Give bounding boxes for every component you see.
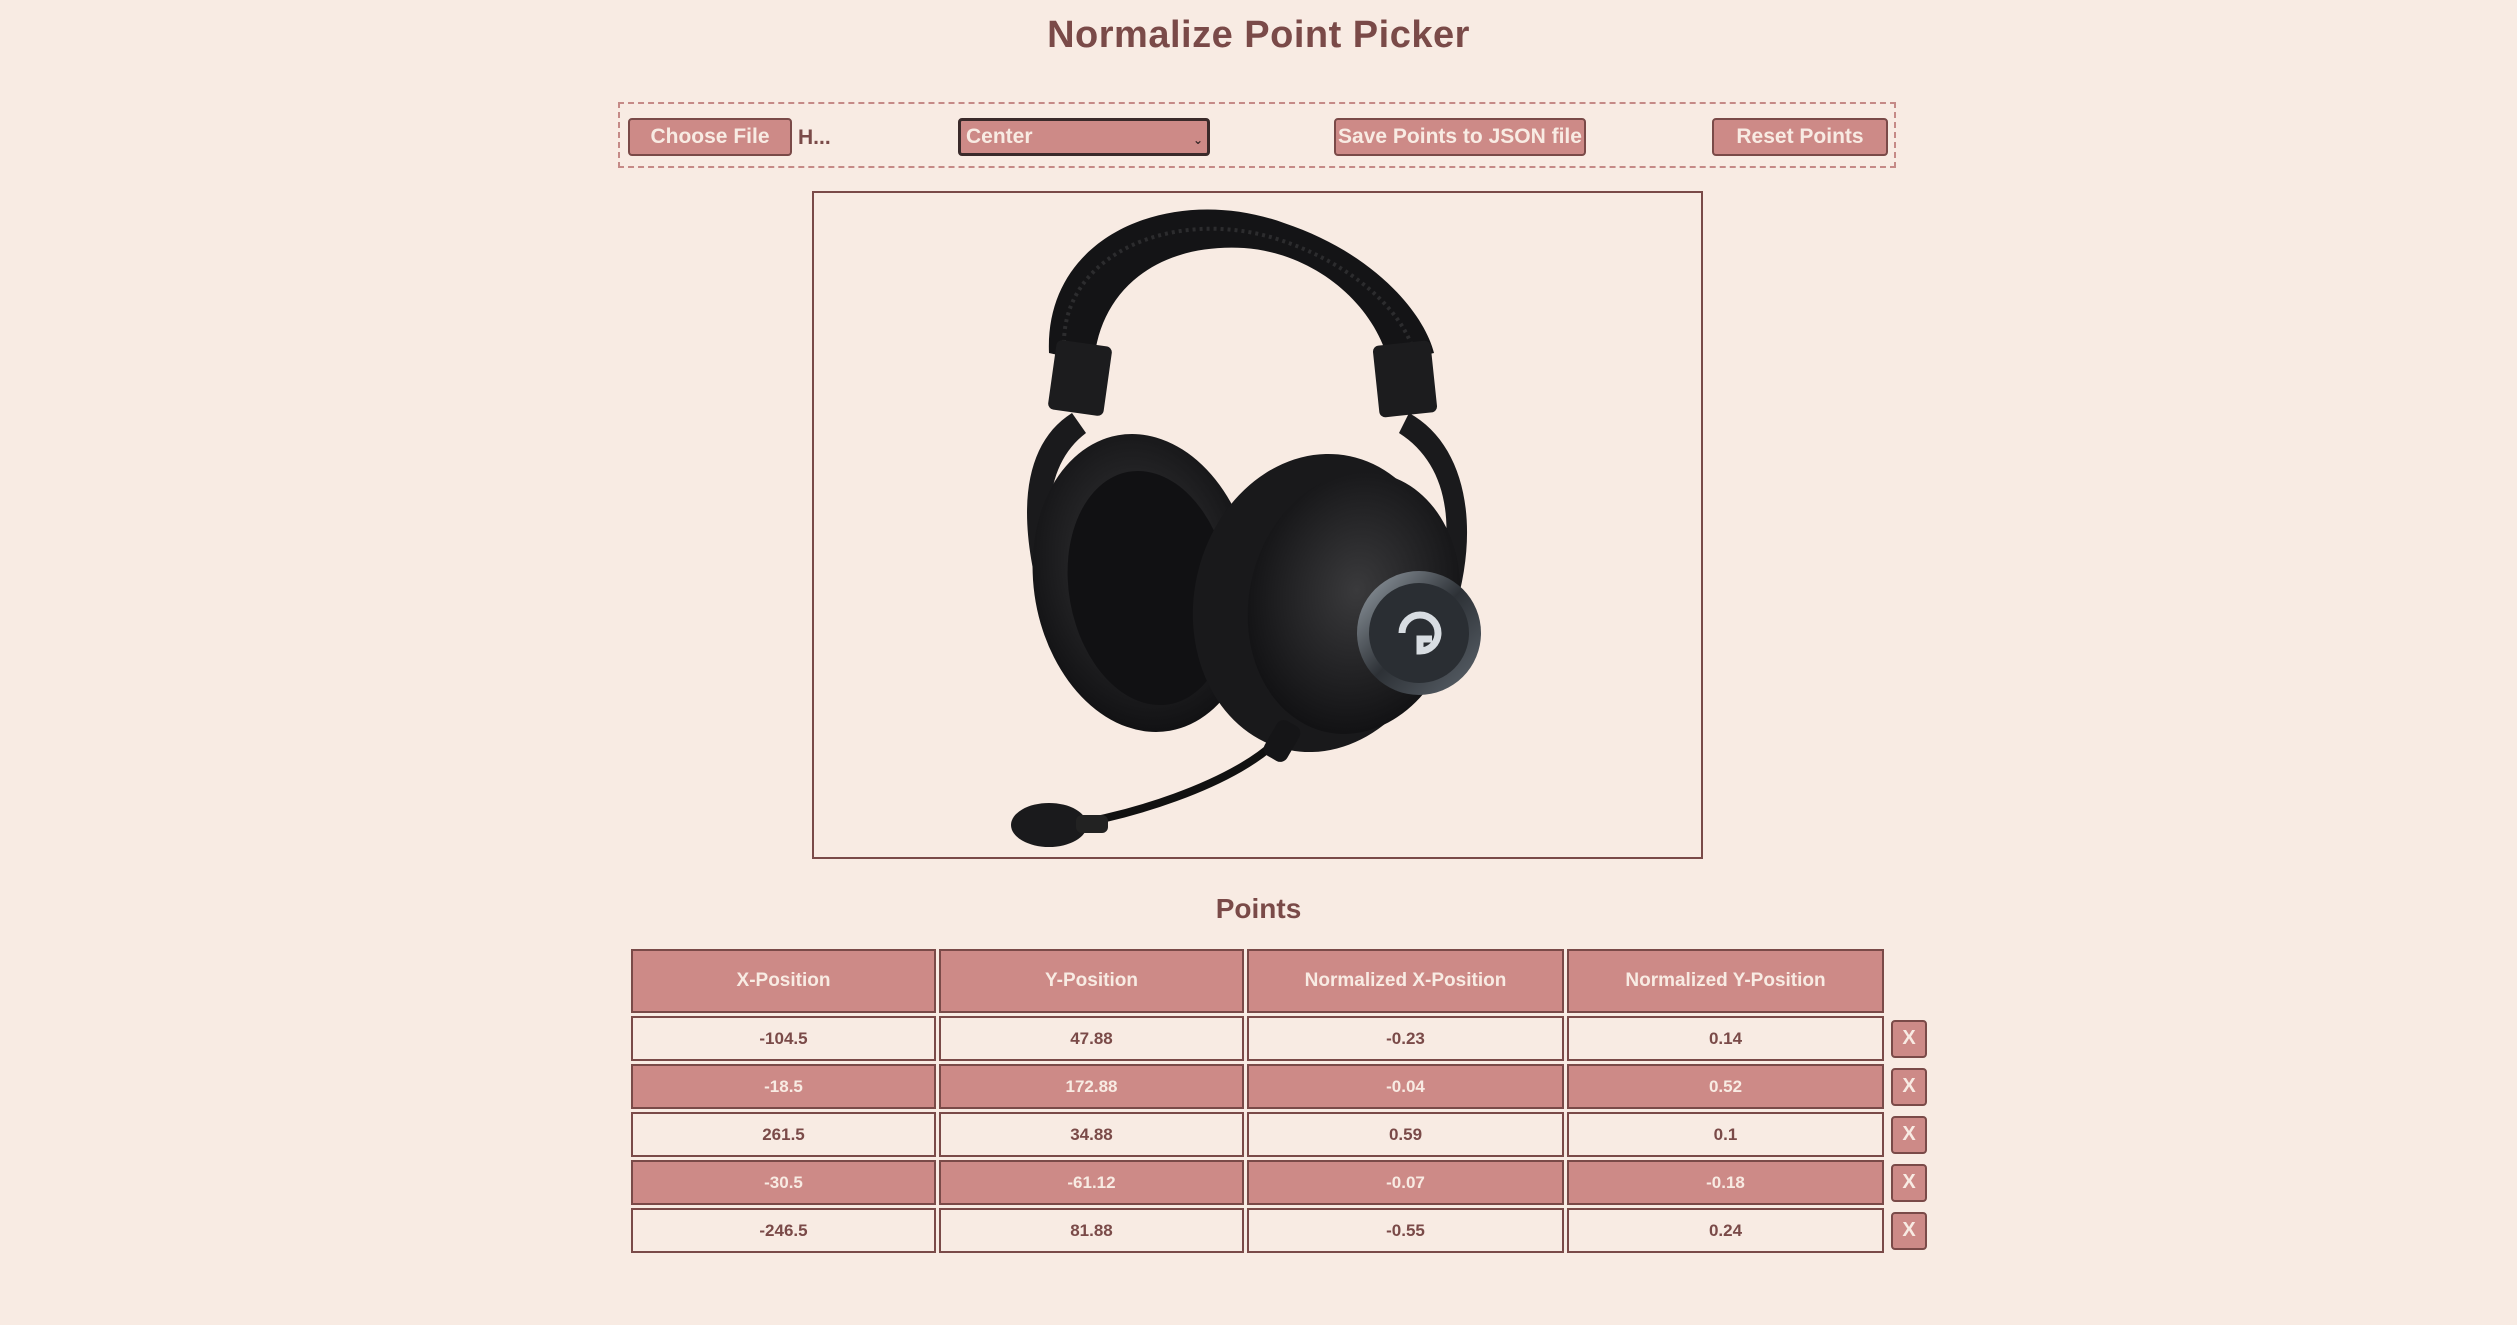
cell-normalized-x: 0.59 — [1247, 1112, 1564, 1157]
selected-file-name: H... — [798, 126, 831, 149]
image-canvas[interactable] — [812, 191, 1703, 859]
cell-normalized-y: 0.14 — [1567, 1016, 1884, 1061]
points-heading: Points — [1215, 893, 1302, 924]
table-row: -246.5 81.88 -0.55 0.24 X — [631, 1208, 1931, 1253]
column-header-normalized-x: Normalized X-Position — [1247, 949, 1564, 1013]
table-row: -104.5 47.88 -0.23 0.14 X — [631, 1016, 1931, 1061]
headset-image — [1011, 209, 1481, 847]
delete-cell: X — [1887, 1064, 1931, 1109]
column-header-x-position: X-Position — [631, 949, 936, 1013]
cell-x-position: -104.5 — [631, 1016, 936, 1061]
cell-y-position: 34.88 — [939, 1112, 1244, 1157]
cell-normalized-y: 0.52 — [1567, 1064, 1884, 1109]
delete-point-button[interactable]: X — [1891, 1163, 1927, 1202]
reset-points-button[interactable]: Reset Points — [1712, 118, 1888, 156]
chevron-down-icon: ⌄ — [1192, 133, 1203, 147]
cell-y-position: 47.88 — [939, 1016, 1244, 1061]
cell-y-position: 172.88 — [939, 1064, 1244, 1109]
cell-normalized-x: -0.04 — [1247, 1064, 1564, 1109]
delete-cell: X — [1887, 1208, 1931, 1253]
cell-y-position: 81.88 — [939, 1208, 1244, 1253]
delete-point-button[interactable]: X — [1891, 1115, 1927, 1154]
cell-normalized-y: -0.18 — [1567, 1160, 1884, 1205]
delete-cell: X — [1887, 1112, 1931, 1157]
points-table: X-Position Y-Position Normalized X-Posit… — [628, 946, 1934, 1256]
cell-normalized-y: 0.24 — [1567, 1208, 1884, 1253]
save-points-button[interactable]: Save Points to JSON file — [1334, 118, 1586, 156]
column-header-blank — [1887, 949, 1931, 1013]
table-row: -30.5 -61.12 -0.07 -0.18 X — [631, 1160, 1931, 1205]
origin-select-value: Center — [966, 125, 1033, 148]
column-header-y-position: Y-Position — [939, 949, 1244, 1013]
delete-point-button[interactable]: X — [1891, 1019, 1927, 1058]
column-header-normalized-y: Normalized Y-Position — [1567, 949, 1884, 1013]
table-row: -18.5 172.88 -0.04 0.52 X — [631, 1064, 1931, 1109]
cell-x-position: -246.5 — [631, 1208, 936, 1253]
cell-x-position: -18.5 — [631, 1064, 936, 1109]
cell-x-position: -30.5 — [631, 1160, 936, 1205]
cell-normalized-x: -0.55 — [1247, 1208, 1564, 1253]
origin-select[interactable]: Center ⌄ — [958, 118, 1210, 156]
table-row: 261.5 34.88 0.59 0.1 X — [631, 1112, 1931, 1157]
delete-cell: X — [1887, 1016, 1931, 1061]
delete-point-button[interactable]: X — [1891, 1211, 1927, 1250]
points-table-header: X-Position Y-Position Normalized X-Posit… — [631, 949, 1931, 1013]
choose-file-button[interactable]: Choose File — [628, 118, 792, 156]
cell-normalized-y: 0.1 — [1567, 1112, 1884, 1157]
delete-point-button[interactable]: X — [1891, 1067, 1927, 1106]
cell-x-position: 261.5 — [631, 1112, 936, 1157]
page-title: Normalize Point Picker — [1047, 14, 1470, 56]
toolbar: Choose File H... Center ⌄ Save Points to… — [618, 102, 1896, 168]
cell-y-position: -61.12 — [939, 1160, 1244, 1205]
cell-normalized-x: -0.07 — [1247, 1160, 1564, 1205]
cell-normalized-x: -0.23 — [1247, 1016, 1564, 1061]
delete-cell: X — [1887, 1160, 1931, 1205]
